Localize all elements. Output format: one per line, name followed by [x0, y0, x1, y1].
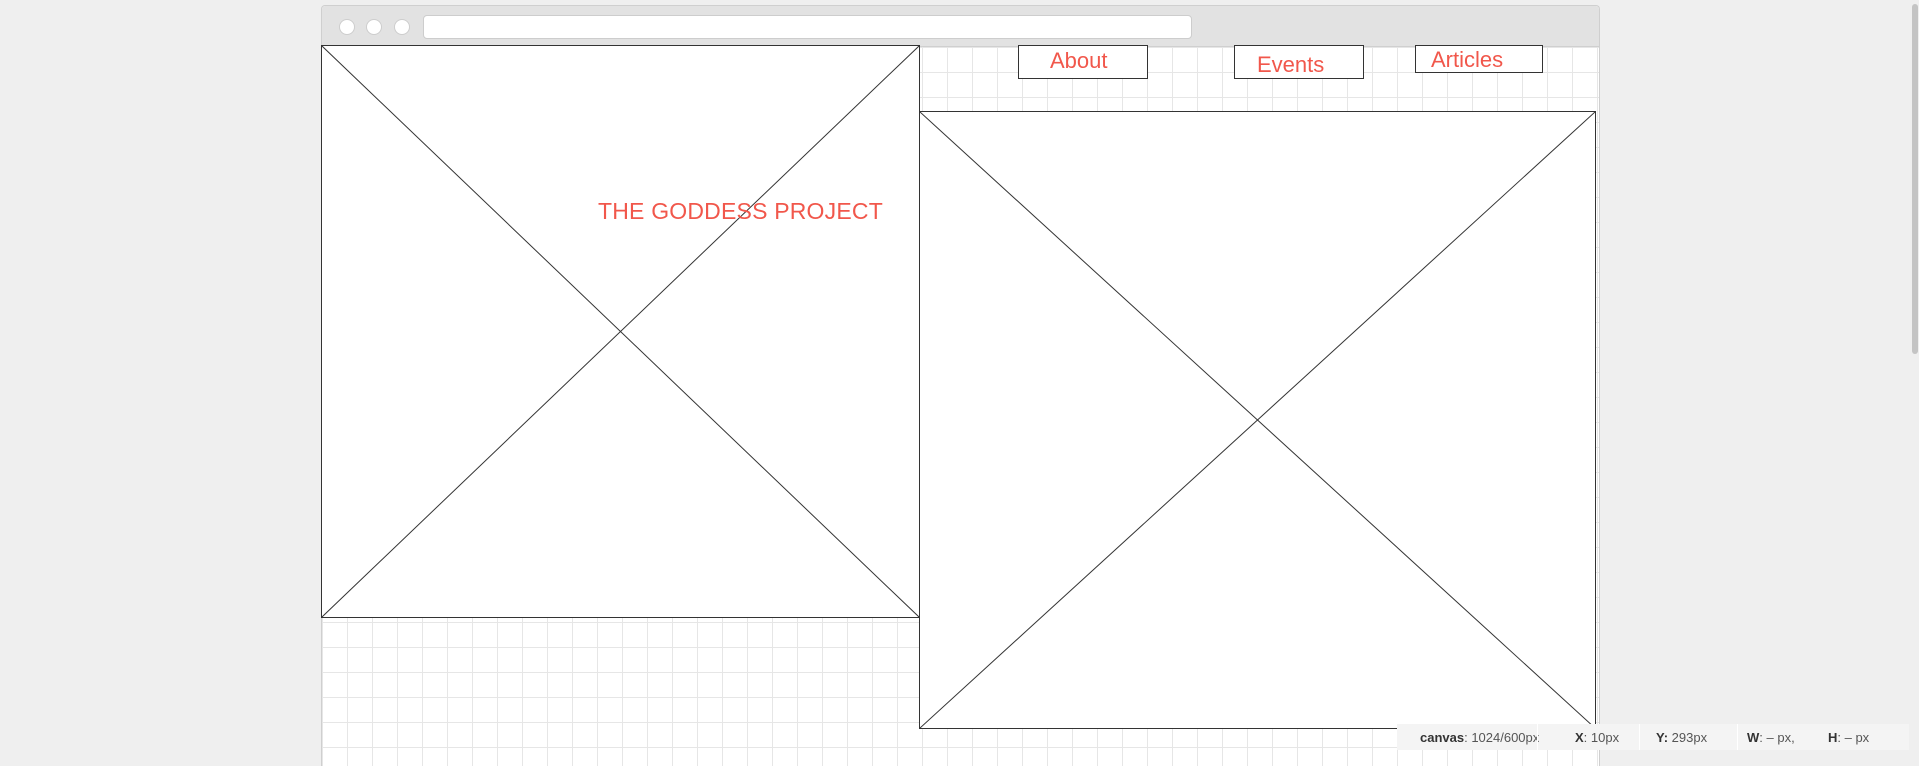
nav-button-label: Articles [1431, 47, 1504, 72]
status-value: : 1024/600px [1464, 730, 1540, 745]
status-y: Y: 293px [1656, 730, 1707, 745]
window-minimize-dot[interactable] [366, 19, 382, 35]
feature-image-placeholder[interactable] [919, 111, 1596, 729]
address-bar[interactable] [423, 15, 1192, 39]
browser-titlebar [322, 6, 1599, 47]
status-height: H: – px [1828, 730, 1869, 745]
window-close-dot[interactable] [339, 19, 355, 35]
status-label: canvas [1420, 730, 1465, 745]
nav-button-articles[interactable]: Articles [1415, 45, 1543, 73]
placeholder-cross-icon [920, 112, 1595, 728]
status-label: Y: [1656, 730, 1669, 745]
nav-button-about[interactable]: About [1018, 45, 1148, 79]
vertical-scrollbar[interactable] [1911, 0, 1919, 766]
status-value: : – px [1837, 730, 1870, 745]
status-label: H [1828, 730, 1838, 745]
status-label: W [1747, 730, 1760, 745]
status-value: : 10px [1583, 730, 1620, 745]
status-value: 293px [1668, 730, 1708, 745]
status-x: X: 10px [1575, 730, 1619, 745]
site-title: THE GODDESS PROJECT [598, 198, 883, 224]
nav-button-label: Events [1257, 52, 1325, 77]
nav-button-events[interactable]: Events [1234, 45, 1364, 79]
scrollbar-thumb[interactable] [1912, 4, 1918, 354]
window-maximize-dot[interactable] [394, 19, 410, 35]
status-label: X [1575, 730, 1584, 745]
nav-button-label: About [1050, 48, 1108, 73]
status-width: W: – px, [1747, 730, 1795, 745]
placeholder-cross-icon [322, 46, 919, 617]
status-bar: canvas: 1024/600px X: 10px Y: 293px W: –… [1397, 724, 1909, 750]
status-canvas-size: canvas: 1024/600px [1420, 730, 1539, 745]
status-value: : – px, [1759, 730, 1795, 745]
hero-image-placeholder[interactable] [321, 45, 920, 618]
